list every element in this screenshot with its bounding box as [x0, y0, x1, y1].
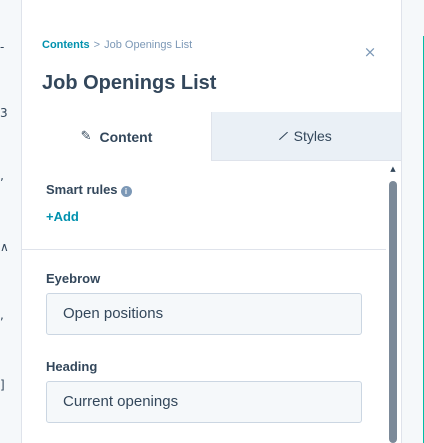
- tab-content-label: Content: [99, 128, 153, 145]
- breadcrumb-current: Job Openings List: [104, 39, 193, 51]
- truncated-glyph: 3: [0, 106, 8, 120]
- preview-area-edge: [401, 0, 424, 443]
- editor-tabs: ✎ Content ∕ Styles: [22, 112, 401, 161]
- info-icon[interactable]: i: [120, 186, 132, 197]
- close-icon[interactable]: ×: [360, 42, 380, 62]
- scroll-up-arrow-icon[interactable]: ▲: [388, 165, 398, 173]
- left-sidebar-edge: - 3 ʼ ∧ , ]: [0, 0, 22, 443]
- heading-field[interactable]: Current openings: [46, 381, 362, 423]
- breadcrumb-contents-link[interactable]: Contents: [42, 39, 90, 51]
- tab-content[interactable]: ✎ Content: [22, 112, 211, 161]
- divider: [22, 249, 386, 250]
- tab-styles[interactable]: ∕ Styles: [211, 112, 401, 161]
- tab-styles-label: Styles: [293, 128, 332, 144]
- eyebrow-label: Eyebrow: [46, 271, 101, 286]
- smart-rules-section: Smart rules i: [46, 181, 132, 199]
- scrollbar-thumb[interactable]: [389, 181, 397, 443]
- truncated-glyph: ]: [0, 378, 5, 392]
- breadcrumb-separator: >: [93, 39, 101, 51]
- brush-icon: ∕: [277, 128, 290, 144]
- breadcrumb: Contents > Job Openings List: [42, 39, 192, 51]
- page-title: Job Openings List: [42, 72, 217, 94]
- eyebrow-field[interactable]: Open positions: [46, 293, 362, 335]
- panel-scroll-area: Smart rules i +Add Eyebrow Open positions…: [22, 161, 401, 443]
- pencil-icon: ✎: [80, 129, 92, 144]
- truncated-glyph: ∧: [0, 240, 9, 254]
- module-editor-panel: Contents > Job Openings List × Job Opening…: [22, 0, 401, 443]
- heading-label: Heading: [46, 359, 98, 374]
- truncated-glyph: -: [0, 40, 5, 54]
- truncated-glyph: ʼ: [0, 176, 4, 190]
- truncated-glyph: ,: [0, 308, 4, 322]
- smart-rules-label: Smart rules: [46, 182, 118, 197]
- add-smart-rule-button[interactable]: +Add: [46, 209, 79, 224]
